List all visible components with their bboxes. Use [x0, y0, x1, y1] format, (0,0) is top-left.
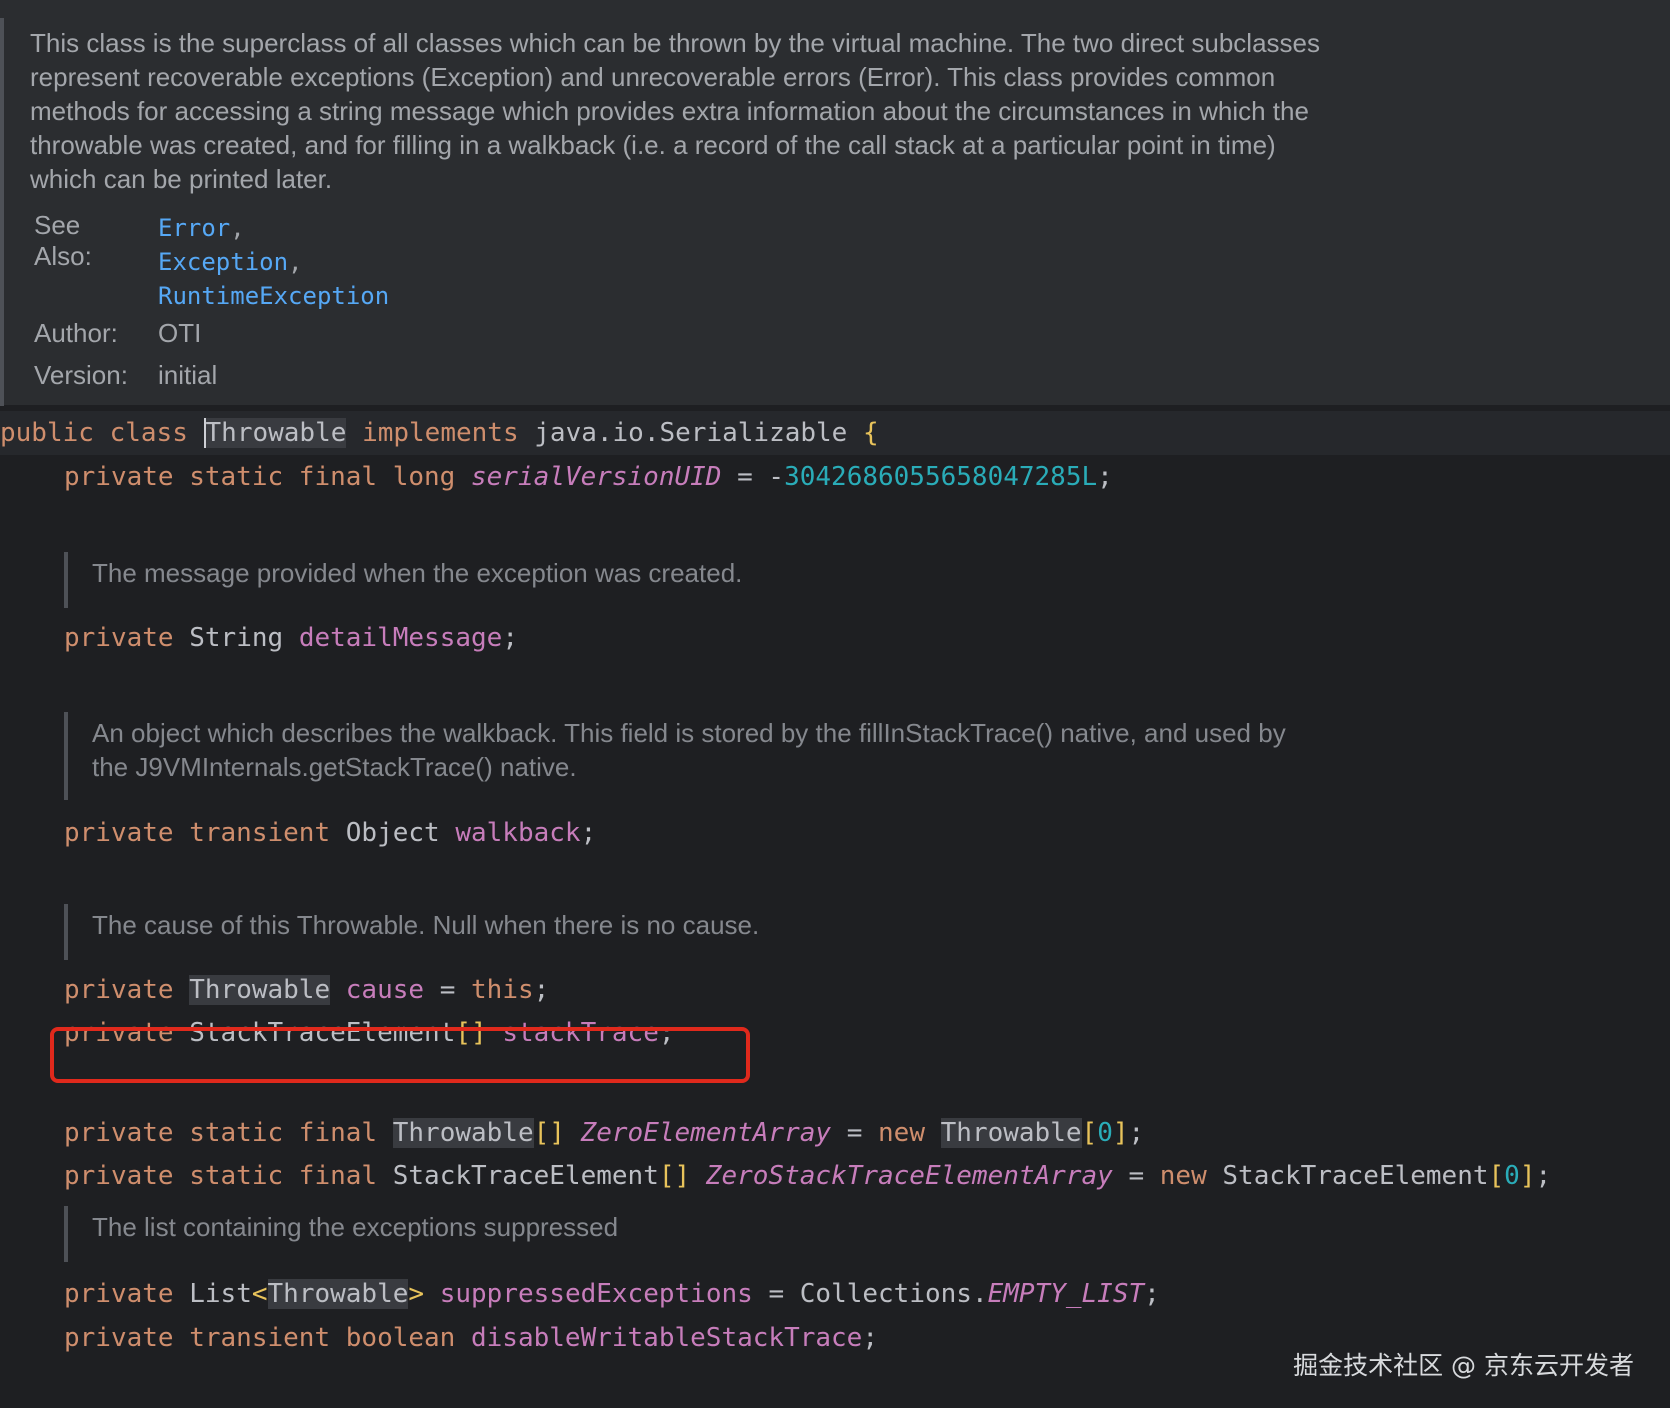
generic-open: <	[251, 1279, 268, 1309]
operator: = -	[721, 462, 785, 492]
interface-name[interactable]: java.io.Serializable	[534, 418, 847, 448]
doc-description: This class is the superclass of all clas…	[30, 28, 1320, 194]
constant-empty-list[interactable]: EMPTY_LIST	[988, 1279, 1145, 1309]
modifiers: private transient boolean	[64, 1323, 456, 1353]
keyword-implements: implements	[362, 418, 519, 448]
field-serialversionuid[interactable]: serialVersionUID	[471, 462, 721, 492]
generic-close: >	[408, 1279, 425, 1309]
semicolon: ;	[1128, 1118, 1145, 1148]
array-brackets: []	[658, 1161, 691, 1191]
see-also-item: Error,	[158, 214, 245, 242]
field-cause[interactable]: cause	[346, 975, 424, 1005]
modifiers: private transient	[64, 818, 331, 848]
type-name[interactable]: Throwable	[267, 1279, 409, 1309]
class-reference[interactable]: Collections.	[800, 1279, 988, 1309]
doc-comment-walkback: An object which describes the walkback. …	[64, 712, 1314, 800]
field-zeroelementarray[interactable]: ZeroElementArray	[581, 1118, 831, 1148]
see-also-label: See Also:	[34, 210, 92, 271]
doc-comment-cause: The cause of this Throwable. Null when t…	[64, 904, 1314, 960]
semicolon: ;	[862, 1323, 878, 1353]
code-line-zero-stack-trace-array[interactable]: private static final StackTraceElement[]…	[64, 1154, 1551, 1198]
see-also-link-runtimeexception[interactable]: RuntimeException	[158, 282, 389, 310]
type-name[interactable]: StackTraceElement	[393, 1161, 659, 1191]
number-literal: 3042686055658047285L	[784, 462, 1098, 492]
see-also-link-error[interactable]: Error	[158, 214, 230, 242]
type-name[interactable]: Throwable	[189, 975, 331, 1005]
number-literal: 0	[1504, 1161, 1520, 1191]
class-declaration-line[interactable]: public class Throwable implements java.i…	[0, 411, 1670, 455]
semicolon: ;	[533, 975, 550, 1005]
doc-comment-message: The message provided when the exception …	[64, 552, 1314, 608]
operator: =	[424, 975, 472, 1005]
code-line-walkback[interactable]: private transient Object walkback;	[64, 811, 596, 855]
array-brackets: []	[533, 1118, 565, 1148]
keyword-public: public	[0, 418, 94, 448]
watermark: 掘金技术社区 @ 京东云开发者	[1293, 1351, 1634, 1380]
field-zerostacktraceelementarray[interactable]: ZeroStackTraceElementArray	[706, 1161, 1113, 1191]
number-literal: 0	[1097, 1118, 1113, 1148]
author-label: Author:	[34, 318, 118, 348]
type-name[interactable]: String	[189, 623, 283, 653]
type-name[interactable]: Throwable	[940, 1118, 1082, 1148]
keyword-new: new	[878, 1118, 925, 1148]
operator: =	[752, 1279, 800, 1309]
highlight-box	[50, 1027, 750, 1083]
type-name[interactable]: List	[189, 1279, 252, 1309]
class-name[interactable]: Throwable	[203, 418, 347, 448]
type-name[interactable]: StackTraceElement	[1222, 1161, 1488, 1191]
modifiers: private static final	[64, 1161, 378, 1191]
semicolon: ;	[1144, 1279, 1160, 1309]
see-also-item: Exception,	[158, 248, 303, 276]
semicolon: ;	[502, 623, 518, 653]
author-value: OTI	[158, 318, 202, 348]
code-line-disable-writable[interactable]: private transient boolean disableWritabl…	[64, 1316, 878, 1360]
modifier: private	[64, 975, 174, 1005]
see-also-link-exception[interactable]: Exception	[158, 248, 288, 276]
field-walkback[interactable]: walkback	[455, 818, 580, 848]
version-value: initial	[158, 360, 218, 390]
semicolon: ;	[1535, 1161, 1552, 1191]
version-label: Version:	[34, 360, 128, 390]
code-line-suppressed-exceptions[interactable]: private List<Throwable> suppressedExcept…	[64, 1272, 1160, 1316]
doc-gutter-bar	[0, 18, 4, 406]
class-javadoc: This class is the superclass of all clas…	[0, 0, 1670, 406]
type-name[interactable]: Throwable	[392, 1118, 534, 1148]
modifier: private	[64, 623, 174, 653]
type-name[interactable]: Object	[346, 818, 440, 848]
operator: =	[1112, 1161, 1160, 1191]
field-disablewritablestacktrace[interactable]: disableWritableStackTrace	[471, 1323, 862, 1353]
code-line-cause[interactable]: private Throwable cause = this;	[64, 968, 549, 1012]
open-brace: {	[863, 418, 879, 448]
modifiers: private static final	[64, 1118, 378, 1148]
operator: =	[831, 1118, 879, 1148]
bracket: ]	[1112, 1118, 1129, 1148]
code-line-detail-message[interactable]: private String detailMessage;	[64, 616, 518, 660]
modifiers: private static final long	[64, 462, 456, 492]
semicolon: ;	[580, 818, 597, 848]
keyword-this: this	[471, 975, 534, 1005]
modifier: private	[64, 1279, 174, 1309]
field-suppressedexceptions[interactable]: suppressedExceptions	[440, 1279, 753, 1309]
code-line-serial[interactable]: private static final long serialVersionU…	[64, 455, 1113, 499]
code-line-zero-element-array[interactable]: private static final Throwable[] ZeroEle…	[64, 1111, 1144, 1155]
see-also-item: RuntimeException	[158, 280, 389, 311]
field-detailmessage[interactable]: detailMessage	[299, 623, 503, 653]
bracket: [	[1488, 1161, 1505, 1191]
bracket: ]	[1519, 1161, 1536, 1191]
keyword-class: class	[109, 418, 188, 448]
bracket: [	[1081, 1118, 1098, 1148]
semicolon: ;	[1097, 462, 1113, 492]
doc-comment-suppressed: The list containing the exceptions suppr…	[64, 1206, 1314, 1262]
keyword-new: new	[1159, 1161, 1207, 1191]
